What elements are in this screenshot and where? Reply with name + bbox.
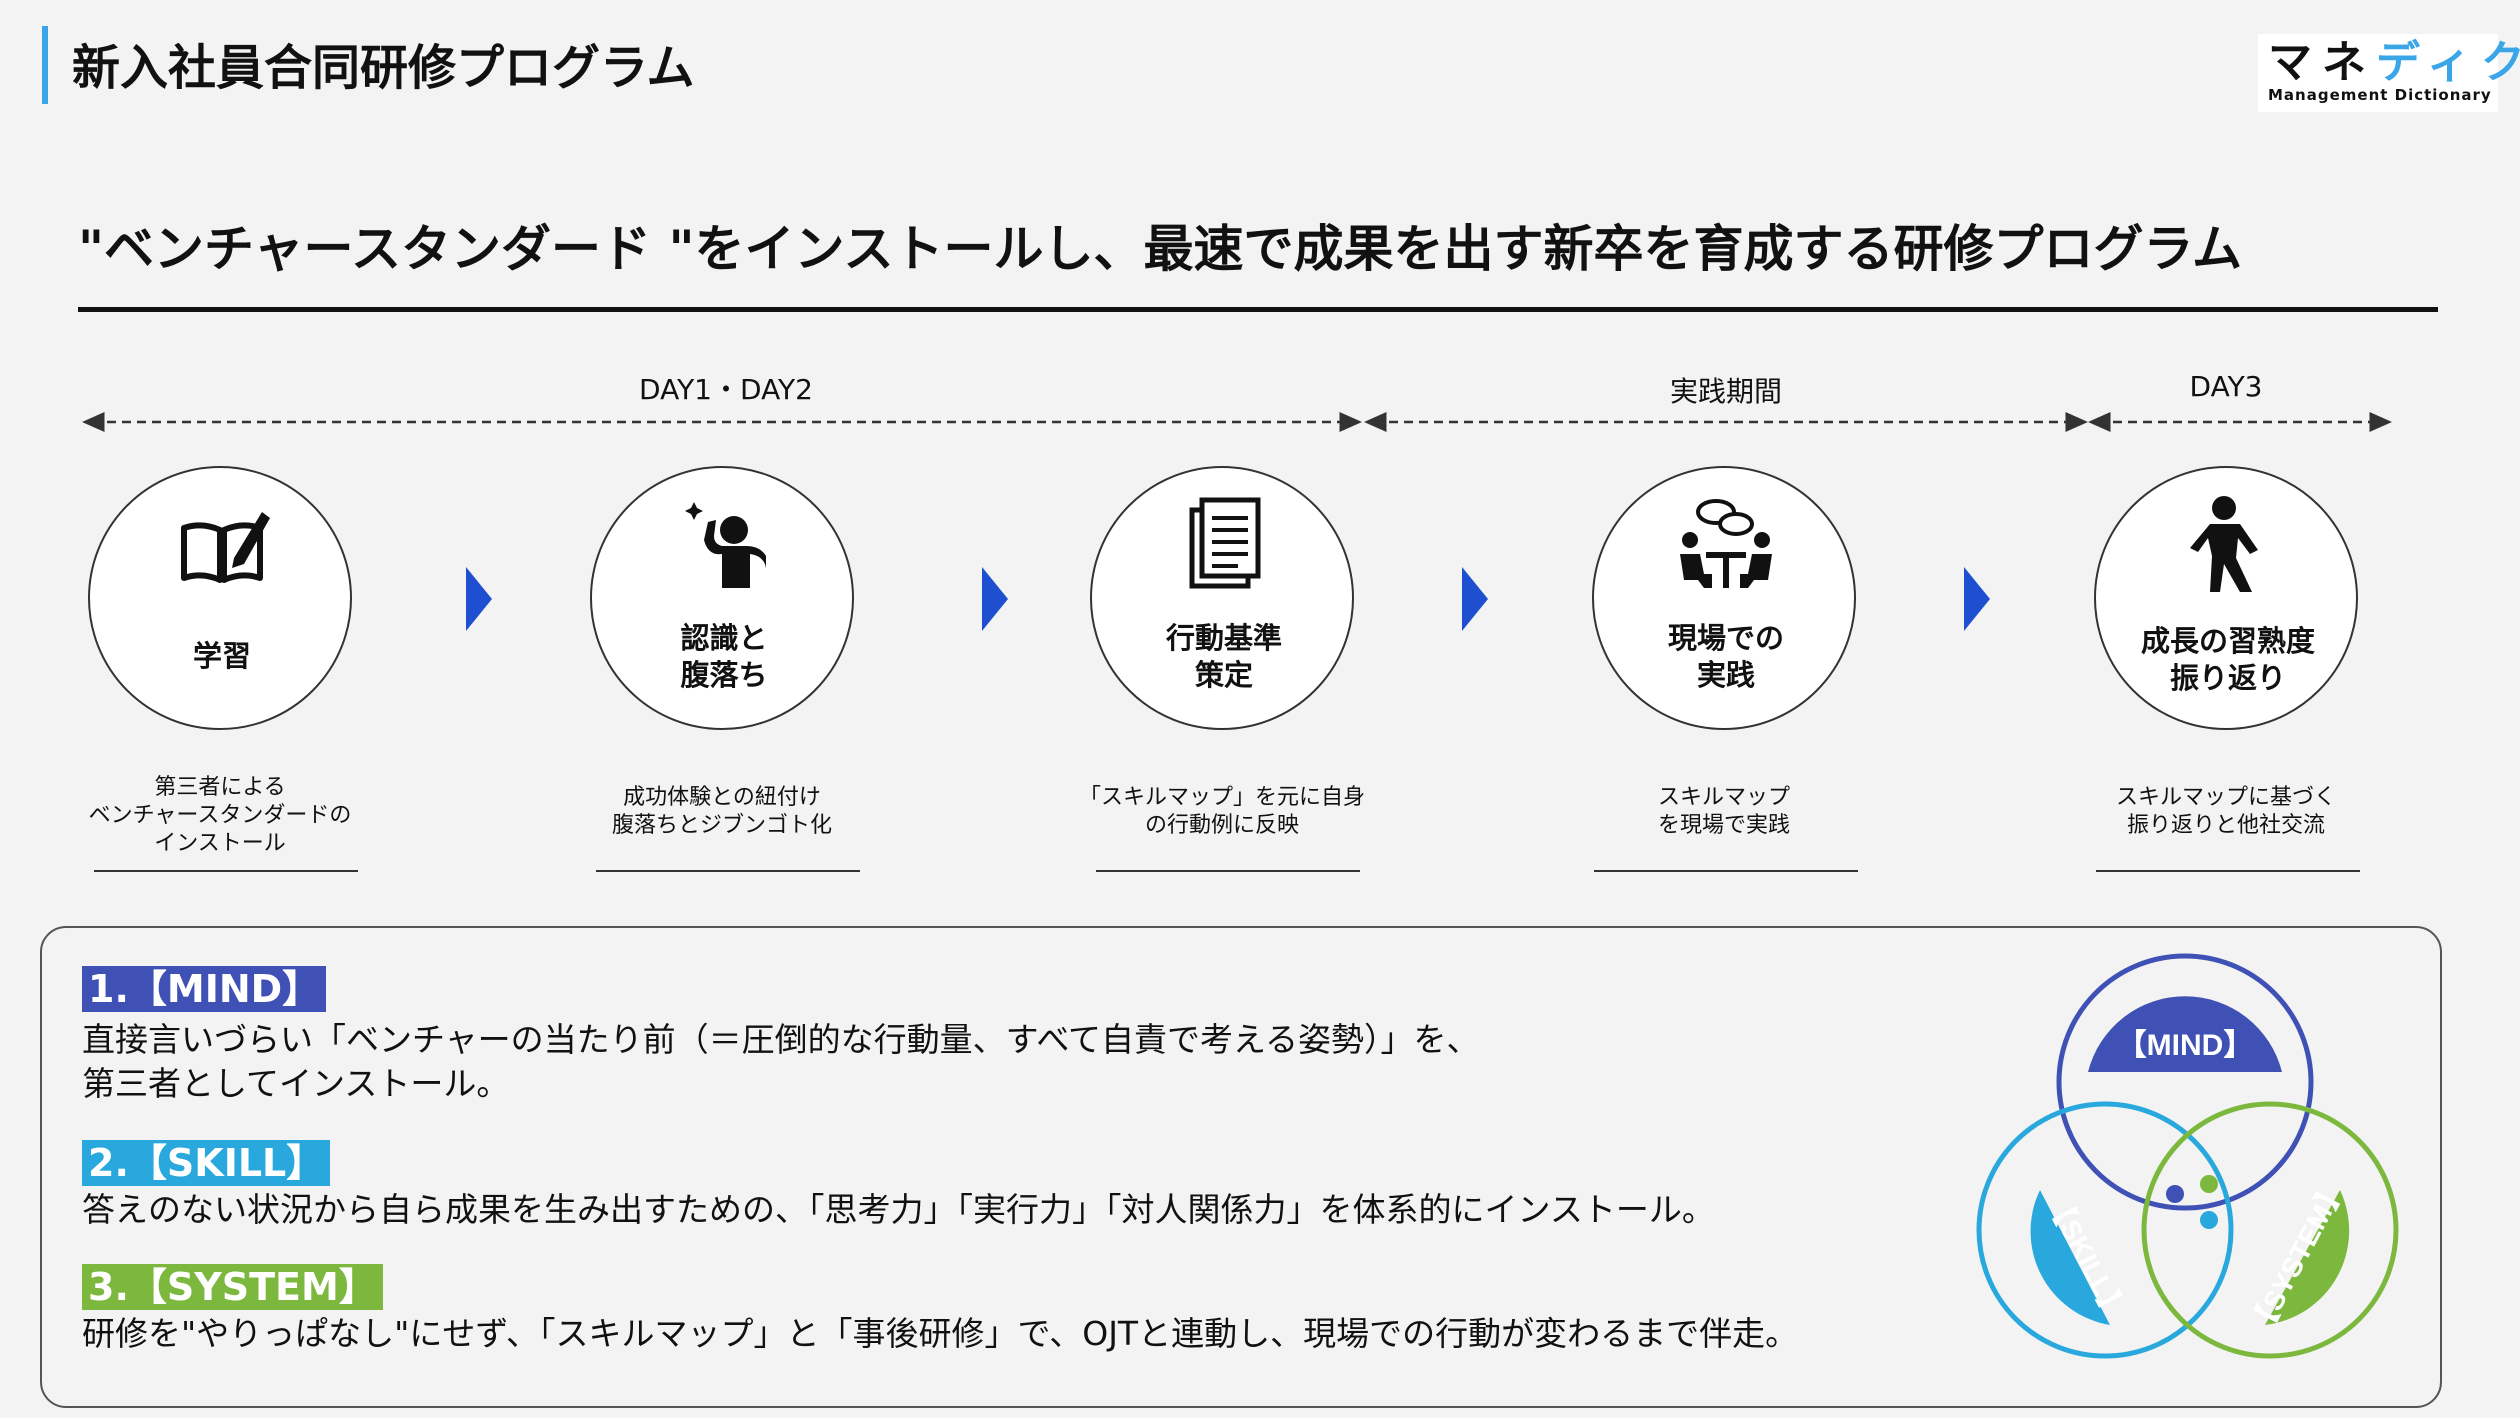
pillar-skill-tag: 2.【SKILL】 — [82, 1140, 331, 1186]
pillar-mind-desc: 直接言いづらい「ベンチャーの当たり前（＝圧倒的な行動量、すべて自責で考える姿勢）… — [82, 1020, 1480, 1103]
step-realization-label: 認識と 腹落ち — [680, 621, 768, 692]
step-realization-desc: 成功体験との紐付け 腹落ちとジブンゴト化 — [611, 785, 832, 838]
junction-dot-system — [2200, 1175, 2218, 1193]
logo-wordmark: マネディク — [2268, 36, 2520, 90]
step-practice-rule — [1594, 870, 1858, 872]
headline-divider — [78, 307, 2438, 312]
junction-dot-mind — [2166, 1185, 2184, 1203]
step-standards-desc: 「スキルマップ」を元に自身 の行動例に反映 — [1078, 785, 1365, 838]
pillar-system-desc: 研修を"やりっぱなし"にせず、「スキルマップ」と「事後研修」で、OJTと連動し、… — [82, 1314, 1799, 1353]
step-learning-rule — [94, 870, 358, 872]
step-practice: 現場での 実践 — [1592, 466, 1856, 730]
step-review-label: 成長の習熟度 振り返り — [2140, 624, 2315, 695]
phase-label-day3: DAY3 — [2189, 370, 2263, 403]
step-review-rule — [2096, 870, 2360, 872]
pillar-mind-tag: 1.【MIND】 — [82, 966, 327, 1012]
step-realization: 認識と 腹落ち — [590, 466, 854, 730]
page-title: 新入社員合同研修プログラム — [72, 40, 695, 96]
step-learning-desc: 第三者による ベンチャースタンダードの インストール — [88, 775, 352, 856]
step-arrow-3 — [1462, 567, 1488, 631]
step-practice-label: 現場での 実践 — [1667, 621, 1784, 692]
book-pen-icon — [181, 512, 270, 583]
step-arrow-2 — [982, 567, 1008, 631]
headline: "ベンチャースタンダード "をインストールし、最速で成果を出す新卒を育成する研修… — [78, 220, 2243, 278]
logo-wordmark-b: ディク — [2376, 37, 2520, 88]
phase-timeline — [82, 412, 2392, 432]
step-standards: 行動基準 策定 — [1090, 466, 1354, 730]
step-learning: 学習 — [88, 466, 352, 730]
step-review: 成長の習熟度 振り返り — [2094, 466, 2358, 730]
step-review-desc: スキルマップに基づく 振り返りと他社交流 — [2115, 785, 2336, 838]
meeting-icon — [1680, 499, 1772, 588]
person-realization-icon — [685, 502, 766, 588]
logo-subtitle: Management Dictionary — [2268, 86, 2492, 104]
step-realization-rule — [596, 870, 860, 872]
logo-wordmark-a: マネ — [2268, 37, 2376, 88]
step-standards-rule — [1096, 870, 1360, 872]
step-arrow-1 — [466, 567, 492, 631]
running-person-icon — [2190, 496, 2258, 592]
step-practice-desc: スキルマップ を現場で実践 — [1657, 785, 1790, 838]
junction-dot-skill — [2200, 1211, 2218, 1229]
step-learning-label: 学習 — [192, 639, 251, 673]
brand-logo: マネディク Management Dictionary — [2258, 34, 2520, 112]
mind-ring — [2056, 953, 2314, 1211]
step-arrow-4 — [1964, 567, 1990, 631]
mind-skill-system-diagram: 【MIND】 【SKILL】 【SYSTEM】 — [1976, 953, 2399, 1359]
step-standards-label: 行動基準 策定 — [1165, 621, 1282, 692]
document-list-icon — [1189, 497, 1261, 589]
pillar-system-tag: 3.【SYSTEM】 — [82, 1264, 383, 1310]
title-accent-bar — [42, 26, 48, 104]
pillar-skill-desc: 答えのない状況から自ら成果を生み出すための、「思考力」「実行力」「対人関係力」を… — [82, 1190, 1715, 1229]
mind-label: 【MIND】 — [2117, 1029, 2254, 1062]
